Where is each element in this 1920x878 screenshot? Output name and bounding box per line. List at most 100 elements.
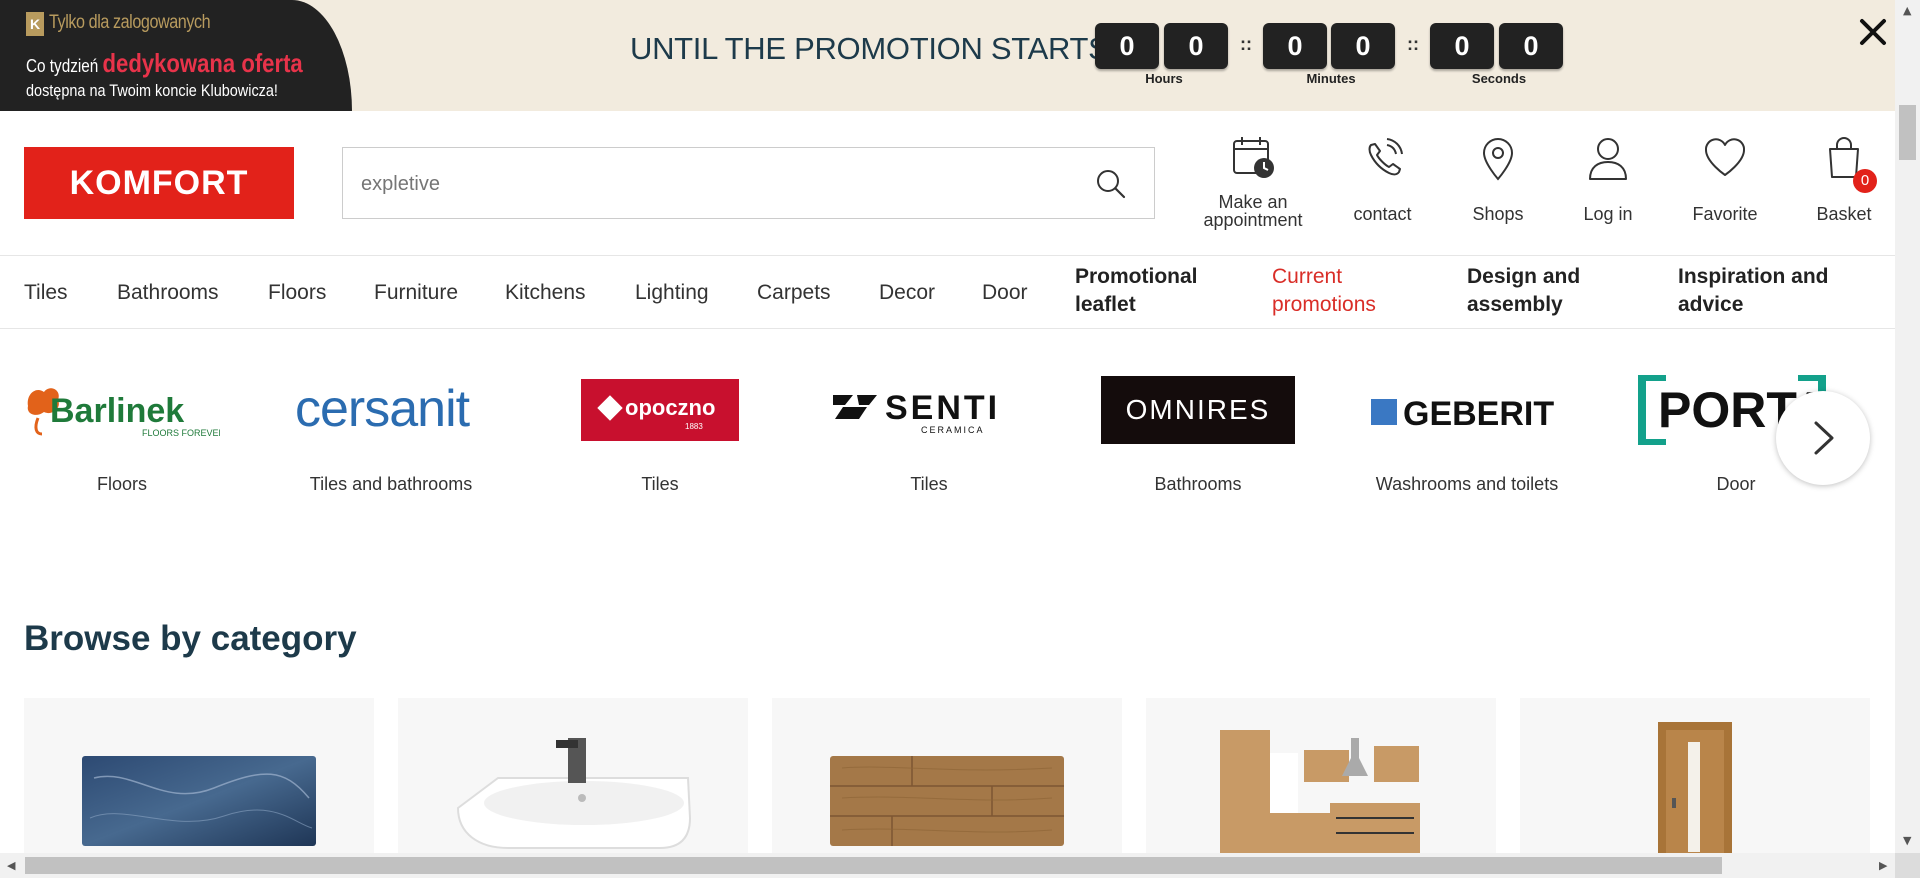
nav-item-kitchens[interactable]: Kitchens (505, 281, 586, 305)
nav-item-lighting[interactable]: Lighting (635, 281, 709, 305)
carousel-next-button[interactable] (1776, 391, 1870, 485)
club-logo-icon: K (26, 12, 44, 36)
countdown-hours-digit: 0 (1095, 23, 1159, 69)
brand-category: Tiles (910, 474, 948, 494)
shops-label: Shops (1472, 204, 1524, 224)
door-image (1658, 722, 1732, 853)
opoczno-logo: opoczno 1883 (550, 370, 770, 450)
countdown-separator: :: (1407, 34, 1419, 54)
nav-item-decor[interactable]: Decor (879, 281, 935, 305)
nav-item-bathrooms[interactable]: Bathrooms (117, 281, 219, 305)
scroll-up-icon[interactable]: ▲ (1903, 4, 1911, 17)
kitchen-image (1220, 730, 1420, 853)
countdown-minutes-digit: 0 (1263, 23, 1327, 69)
promo-bar: K Tylko dla zalogowanych Co tydzień dedy… (0, 0, 1895, 111)
barlinek-logo: Barlinek FLOORS FOREVER (12, 370, 232, 450)
brand-senti[interactable]: SENTI CERAMICA Tiles (819, 370, 1039, 495)
brand-category: Bathrooms (1154, 474, 1242, 494)
search-box (342, 147, 1155, 219)
favorite-link[interactable]: Favorite (1688, 135, 1762, 223)
login-link[interactable]: Log in (1576, 135, 1640, 223)
nav-item-carpets[interactable]: Carpets (757, 281, 831, 305)
nav-item-tiles[interactable]: Tiles (24, 281, 68, 305)
svg-text:SENTI: SENTI (885, 389, 1000, 427)
club-banner[interactable]: K Tylko dla zalogowanych Co tydzień dedy… (0, 0, 352, 111)
svg-text:FLOORS FOREVER: FLOORS FOREVER (142, 428, 220, 438)
svg-text:opoczno: opoczno (625, 395, 715, 420)
geberit-logo: GEBERIT (1357, 370, 1577, 450)
svg-text:OMNIRES: OMNIRES (1126, 394, 1271, 425)
scroll-down-icon[interactable]: ▼ (1903, 834, 1911, 847)
svg-text:CERAMICA: CERAMICA (921, 425, 985, 435)
brand-omnires[interactable]: OMNIRES Bathrooms (1088, 370, 1308, 495)
countdown-minutes-digit: 0 (1331, 23, 1395, 69)
chevron-right-icon (1814, 421, 1834, 455)
nav-item-door[interactable]: Door (982, 281, 1028, 305)
vertical-scrollbar[interactable]: ▲ ▼ (1895, 0, 1920, 853)
favorite-label: Favorite (1692, 204, 1758, 224)
scroll-right-icon[interactable]: ▶ (1879, 859, 1887, 872)
countdown-seconds-label: Seconds (1471, 71, 1527, 86)
countdown-seconds-digit: 0 (1499, 23, 1563, 69)
brand-opoczno[interactable]: opoczno 1883 Tiles (550, 370, 770, 495)
senti-logo: SENTI CERAMICA (819, 370, 1039, 450)
search-input[interactable] (361, 170, 1061, 198)
nav-item-furniture[interactable]: Furniture (374, 281, 458, 305)
search-icon[interactable] (1095, 168, 1127, 200)
countdown-hours-digit: 0 (1164, 23, 1228, 69)
nav-item-floors[interactable]: Floors (268, 281, 326, 305)
shops-link[interactable]: Shops (1465, 135, 1531, 223)
map-pin-icon (1482, 138, 1514, 181)
omnires-logo: OMNIRES (1088, 370, 1308, 450)
basket-label: Basket (1816, 204, 1872, 224)
contact-label: contact (1353, 204, 1412, 224)
page: K Tylko dla zalogowanych Co tydzień dedy… (0, 0, 1895, 853)
countdown-seconds-digit: 0 (1430, 23, 1494, 69)
nav-item-inspiration-advice[interactable]: Inspiration and advice (1678, 263, 1848, 319)
nav-item-current-promotions[interactable]: Current promotions (1272, 263, 1412, 319)
nav-item-promotional-leaflet[interactable]: Promotional leaflet (1075, 263, 1215, 319)
cersanit-logo: cersanit (281, 370, 501, 450)
wood-plank-image (830, 756, 1064, 846)
contact-link[interactable]: contact (1345, 135, 1420, 223)
category-card-tiles[interactable] (24, 698, 374, 853)
brand-geberit[interactable]: GEBERIT Washrooms and toilets (1357, 370, 1577, 495)
close-icon[interactable] (1857, 16, 1889, 48)
category-card-floors[interactable] (772, 698, 1122, 853)
promo-countdown-title: UNTIL THE PROMOTION STARTS: (630, 31, 1117, 66)
calendar-clock-icon (1233, 137, 1274, 178)
basket-link[interactable]: 0 Basket (1813, 135, 1877, 224)
svg-text:Barlinek: Barlinek (50, 392, 184, 430)
brand-barlinek[interactable]: Barlinek FLOORS FOREVER Floors (12, 370, 232, 495)
washbasin-image (456, 738, 692, 849)
nav-item-design-assembly[interactable]: Design and assembly (1467, 263, 1617, 319)
scroll-left-icon[interactable]: ◀ (7, 859, 15, 872)
phone-icon (1368, 138, 1403, 176)
svg-text:1883: 1883 (685, 422, 703, 431)
brand-cersanit[interactable]: cersanit Tiles and bathrooms (281, 370, 501, 495)
countdown-minutes-label: Minutes (1306, 71, 1356, 86)
horizontal-scrollbar-thumb[interactable] (25, 857, 1722, 874)
vertical-scrollbar-thumb[interactable] (1899, 105, 1916, 160)
brand-category: Tiles and bathrooms (309, 474, 473, 494)
category-card-door[interactable] (1520, 698, 1870, 853)
make-appointment-link[interactable]: Make an appointment (1200, 135, 1306, 229)
komfort-logo[interactable]: KOMFORT (24, 147, 294, 219)
club-banner-line3: dostępna na Twoim koncie Klubowicza! (26, 81, 278, 100)
category-card-kitchens[interactable] (1146, 698, 1496, 853)
brand-category: Washrooms and toilets (1375, 474, 1559, 494)
countdown-separator: :: (1240, 34, 1252, 54)
user-icon (1589, 138, 1627, 180)
club-banner-line1: Tylko dla zalogowanych (49, 12, 211, 33)
heart-icon (1704, 138, 1746, 176)
brand-category: Floors (96, 474, 147, 494)
nav-divider-bottom (0, 328, 1895, 329)
make-appointment-label: Make an appointment (1203, 192, 1303, 230)
tile-image (82, 756, 316, 846)
browse-by-category-title: Browse by category (24, 619, 357, 658)
nav-divider-top (0, 255, 1895, 256)
svg-text:GEBERIT: GEBERIT (1403, 395, 1554, 433)
horizontal-scrollbar[interactable]: ◀ ▶ (0, 853, 1895, 878)
category-card-bathrooms[interactable] (398, 698, 748, 853)
basket-count-badge: 0 (1853, 169, 1877, 193)
